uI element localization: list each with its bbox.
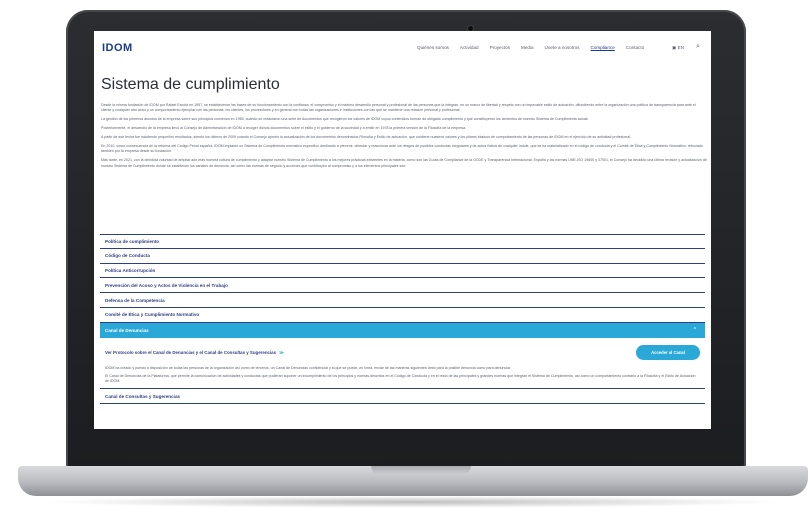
panel-paragraph: IDOM ha creado y puesto a disposición de…	[105, 365, 512, 370]
menu-compliance[interactable]: Compliance	[591, 45, 615, 50]
protocolo-link-label: Ver Protocolo sobre el Canal de Denuncia…	[105, 349, 277, 355]
accordion-canal-denuncias[interactable]: Canal de Denuncias ⌃	[100, 322, 705, 338]
language-switch[interactable]: ▣ EN	[672, 45, 684, 51]
acceder-canal-button[interactable]: Acceder al Canal	[636, 345, 700, 361]
accordion-open-label: Canal de Denuncias	[105, 327, 149, 333]
panel-action-row: Ver Protocolo sobre el Canal de Denuncia…	[105, 343, 700, 363]
accordion-codigo-conducta[interactable]: Código de Conducta	[100, 249, 705, 264]
intro-text: Desde la misma fundación de IDOM por Raf…	[101, 103, 707, 173]
compliance-accordion: Política de cumplimiento Código de Condu…	[100, 234, 705, 404]
intro-paragraph: En 2010, como consecuencia de la reforma…	[101, 144, 703, 154]
menu-proyectos[interactable]: Proyectos	[490, 45, 510, 50]
menu-quienes-somos[interactable]: Quiénes somos	[417, 45, 449, 50]
laptop-shadow	[40, 496, 786, 508]
accordion-comite-etica[interactable]: Comité de Ética y Cumplimiento Normativo	[100, 308, 705, 323]
intro-paragraph: Posteriormente, el desarrollo de la empr…	[101, 126, 467, 131]
arrow-right-icon: ≫	[279, 349, 284, 355]
panel-paragraph: El Canal de Denuncias de la Plataforma, …	[105, 373, 696, 383]
intro-paragraph: Desde la misma fundación de IDOM por Raf…	[101, 103, 696, 113]
intro-paragraph: Más tarde, en 2021, con la decidida volu…	[101, 158, 707, 168]
accordion-politica-cumplimiento[interactable]: Política de cumplimiento	[100, 234, 705, 249]
intro-paragraph: La gestión de los primeros asuntos de la…	[101, 117, 589, 122]
accordion-politica-anticorrupcion[interactable]: Política Anticorrupción	[100, 264, 705, 279]
menu-unete[interactable]: Únete a nosotros	[545, 45, 580, 50]
accordion-prevencion-acoso[interactable]: Prevención del Acoso y Actos de Violenci…	[100, 278, 705, 294]
protocolo-link[interactable]: Ver Protocolo sobre el Canal de Denuncia…	[105, 350, 284, 356]
chevron-up-icon: ⌃	[692, 327, 697, 334]
menu-media[interactable]: Media	[521, 45, 534, 50]
menu-contacto[interactable]: Contacto	[626, 45, 644, 50]
search-icon[interactable]: ⌕	[696, 43, 700, 51]
laptop-base	[18, 466, 808, 496]
canal-denuncias-panel: Ver Protocolo sobre el Canal de Denuncia…	[100, 338, 705, 390]
site-navbar: IDOM Quiénes somos Actividad Proyectos M…	[94, 31, 711, 65]
accordion-defensa-competencia[interactable]: Defensa de la Competencia	[100, 293, 705, 308]
accordion-canal-consultas[interactable]: Canal de Consultas y Sugerencias	[100, 389, 705, 404]
laptop-notch	[371, 466, 471, 474]
main-menu: Quiénes somos Actividad Proyectos Media …	[417, 45, 644, 50]
browser-screen: IDOM Quiénes somos Actividad Proyectos M…	[94, 31, 711, 429]
language-label: EN	[677, 45, 685, 50]
intro-paragraph: A partir de ese fecha fue incidiendo peq…	[101, 135, 631, 140]
menu-actividad[interactable]: Actividad	[460, 45, 479, 50]
page-title: Sistema de cumplimiento	[101, 76, 280, 93]
idom-logo[interactable]: IDOM	[102, 42, 133, 54]
